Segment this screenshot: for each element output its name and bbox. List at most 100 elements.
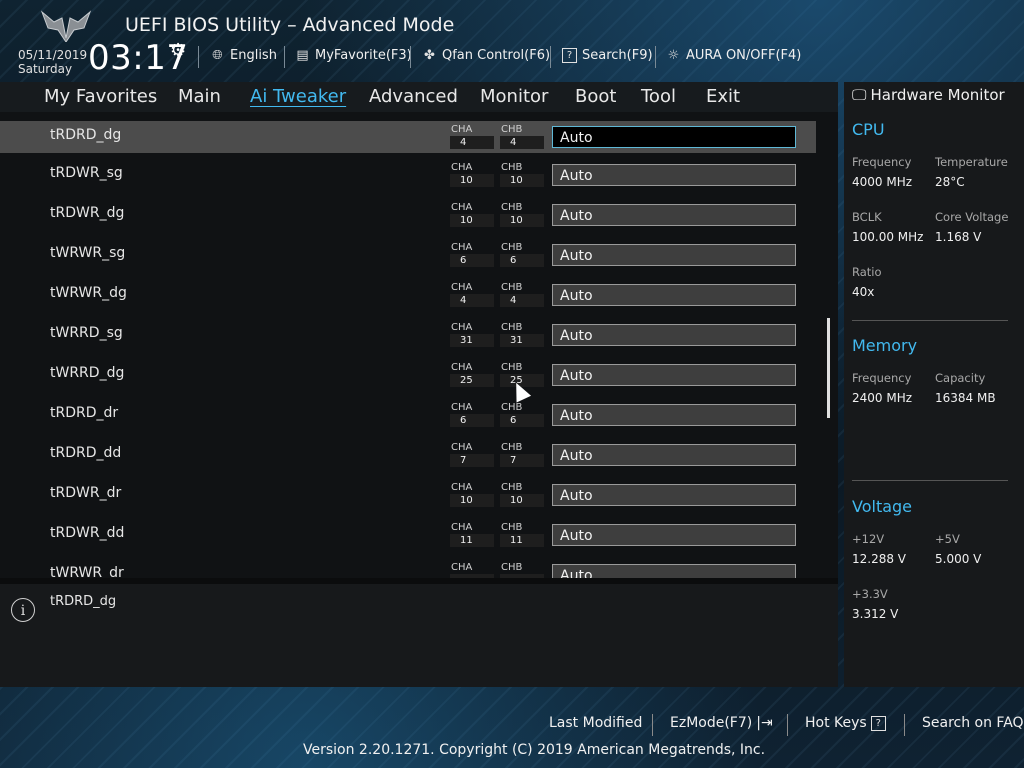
cha-value: 7: [450, 454, 494, 467]
setting-row[interactable]: tRDRD_dr CHA 6 CHB 6 Auto: [0, 402, 816, 442]
tuf-logo: [40, 10, 92, 42]
cha-label: CHA: [451, 242, 473, 253]
tab-monitor[interactable]: Monitor: [480, 86, 548, 107]
cha-value: 4: [450, 294, 494, 307]
tab-my-favorites[interactable]: My Favorites: [44, 86, 157, 107]
hot-keys-button[interactable]: Hot Keys ?: [805, 715, 886, 731]
chb-value: 7: [500, 454, 544, 467]
v33-label: +3.3V: [852, 587, 888, 601]
setting-row[interactable]: tRDRD_dd CHA 7 CHB 7 Auto: [0, 442, 816, 482]
setting-value-field[interactable]: Auto: [552, 564, 796, 578]
setting-label: tRDRD_dg: [50, 127, 122, 143]
setting-row[interactable]: tRDRD_dg CHA 4 CHB 4 Auto: [0, 121, 816, 153]
search-faq-button[interactable]: Search on FAQ: [922, 715, 1024, 731]
ezmode-label: EzMode(F7): [670, 715, 753, 731]
chb-indicator: CHB 6: [500, 402, 544, 430]
main-menu: My Favorites Main Ai Tweaker Advanced Mo…: [0, 82, 838, 112]
chb-value: 10: [500, 214, 544, 227]
info-icon: i: [11, 598, 35, 622]
chb-indicator: CHB 7: [500, 442, 544, 470]
setting-row[interactable]: tRDWR_dd CHA 11 CHB 11 Auto: [0, 522, 816, 562]
language-button[interactable]: 🌐︎ English: [210, 48, 277, 63]
app-title: UEFI BIOS Utility – Advanced Mode: [125, 14, 455, 36]
setting-value-field[interactable]: Auto: [552, 204, 796, 226]
cha-value: 11: [450, 534, 494, 547]
tab-main[interactable]: Main: [178, 86, 221, 107]
chb-value: 31: [500, 334, 544, 347]
setting-row[interactable]: tWRRD_dg CHA 25 CHB 25 Auto: [0, 362, 816, 402]
cha-value: 6: [450, 414, 494, 427]
setting-row[interactable]: tRDWR_sg CHA 10 CHB 10 Auto: [0, 162, 816, 202]
cha-indicator: CHA 6: [450, 402, 494, 430]
chb-label: CHB: [501, 482, 523, 493]
favorite-icon: ▤: [296, 48, 309, 63]
chb-label: CHB: [501, 124, 523, 135]
cha-indicator: CHA: [450, 562, 494, 578]
question-icon: ?: [870, 715, 886, 731]
setting-value-field[interactable]: Auto: [552, 364, 796, 386]
qfan-control-button[interactable]: ✤ Qfan Control(F6): [422, 48, 550, 63]
aura-button[interactable]: ☼ AURA ON/OFF(F4): [666, 48, 802, 63]
v33-value: 3.312 V: [852, 607, 899, 621]
scrollbar[interactable]: [827, 318, 830, 418]
day: Saturday: [18, 62, 73, 76]
bclk-value: 100.00 MHz: [852, 230, 924, 244]
v5-label: +5V: [935, 532, 960, 546]
search-faq-label: Search on FAQ: [922, 715, 1024, 731]
v12-label: +12V: [852, 532, 885, 546]
myfavorite-button[interactable]: ▤ MyFavorite(F3): [295, 48, 412, 63]
cha-indicator: CHA 11: [450, 522, 494, 550]
settings-list: tRDRD_dg CHA 4 CHB 4 Auto tRDWR_sg CHA 10 CHB 10 Au…: [0, 112, 838, 578]
chb-value: 6: [500, 254, 544, 267]
setting-value-field[interactable]: Auto: [552, 324, 796, 346]
ratio-value: 40x: [852, 285, 875, 299]
chb-indicator: CHB 10: [500, 202, 544, 230]
ezmode-button[interactable]: EzMode(F7) |⇥: [670, 715, 773, 731]
tab-exit[interactable]: Exit: [706, 86, 740, 107]
bclk-label: BCLK: [852, 210, 882, 224]
chb-indicator: CHB 4: [500, 282, 544, 310]
setting-row[interactable]: tWRWR_dr CHA CHB Auto: [0, 562, 816, 578]
setting-row[interactable]: tWRRD_sg CHA 31 CHB 31 Auto: [0, 322, 816, 362]
chb-indicator: CHB 10: [500, 482, 544, 510]
setting-row[interactable]: tWRWR_sg CHA 6 CHB 6 Auto: [0, 242, 816, 282]
cpu-heading: CPU: [852, 120, 885, 139]
search-button[interactable]: ? Search(F9): [562, 48, 653, 63]
tab-boot[interactable]: Boot: [575, 86, 616, 107]
last-modified-button[interactable]: Last Modified: [549, 715, 642, 731]
voltage-heading: Voltage: [852, 497, 913, 516]
setting-value-field[interactable]: Auto: [552, 404, 796, 426]
cha-label: CHA: [451, 162, 473, 173]
cha-value: 10: [450, 494, 494, 507]
toolbar-divider: [655, 46, 656, 68]
setting-value-field[interactable]: Auto: [552, 484, 796, 506]
cha-value: 25: [450, 374, 494, 387]
tab-advanced[interactable]: Advanced: [369, 86, 458, 107]
cha-label: CHA: [451, 124, 473, 135]
myfavorite-label: MyFavorite(F3): [315, 48, 412, 63]
setting-value-field[interactable]: Auto: [552, 244, 796, 266]
setting-label: tWRWR_sg: [50, 245, 126, 261]
gear-icon[interactable]: ⚙: [170, 40, 186, 61]
setting-row[interactable]: tRDWR_dr CHA 10 CHB 10 Auto: [0, 482, 816, 522]
setting-value-field[interactable]: Auto: [552, 444, 796, 466]
setting-value-field[interactable]: Auto: [552, 126, 796, 148]
chb-indicator: CHB 6: [500, 242, 544, 270]
date: 05/11/2019: [18, 48, 88, 62]
cpu-frequency-label: Frequency: [852, 155, 912, 169]
chb-value: 10: [500, 174, 544, 187]
setting-value-field[interactable]: Auto: [552, 284, 796, 306]
setting-row[interactable]: tWRWR_dg CHA 4 CHB 4 Auto: [0, 282, 816, 322]
footer-divider: [787, 714, 788, 736]
tab-tool[interactable]: Tool: [641, 86, 676, 107]
setting-row[interactable]: tRDWR_dg CHA 10 CHB 10 Auto: [0, 202, 816, 242]
setting-value-field[interactable]: Auto: [552, 524, 796, 546]
cha-label: CHA: [451, 522, 473, 533]
chb-label: CHB: [501, 242, 523, 253]
cha-indicator: CHA 4: [450, 124, 494, 152]
chb-label: CHB: [501, 562, 523, 573]
chb-indicator: CHB: [500, 562, 544, 578]
cha-indicator: CHA 10: [450, 162, 494, 190]
tab-ai-tweaker[interactable]: Ai Tweaker: [250, 86, 346, 107]
setting-value-field[interactable]: Auto: [552, 164, 796, 186]
